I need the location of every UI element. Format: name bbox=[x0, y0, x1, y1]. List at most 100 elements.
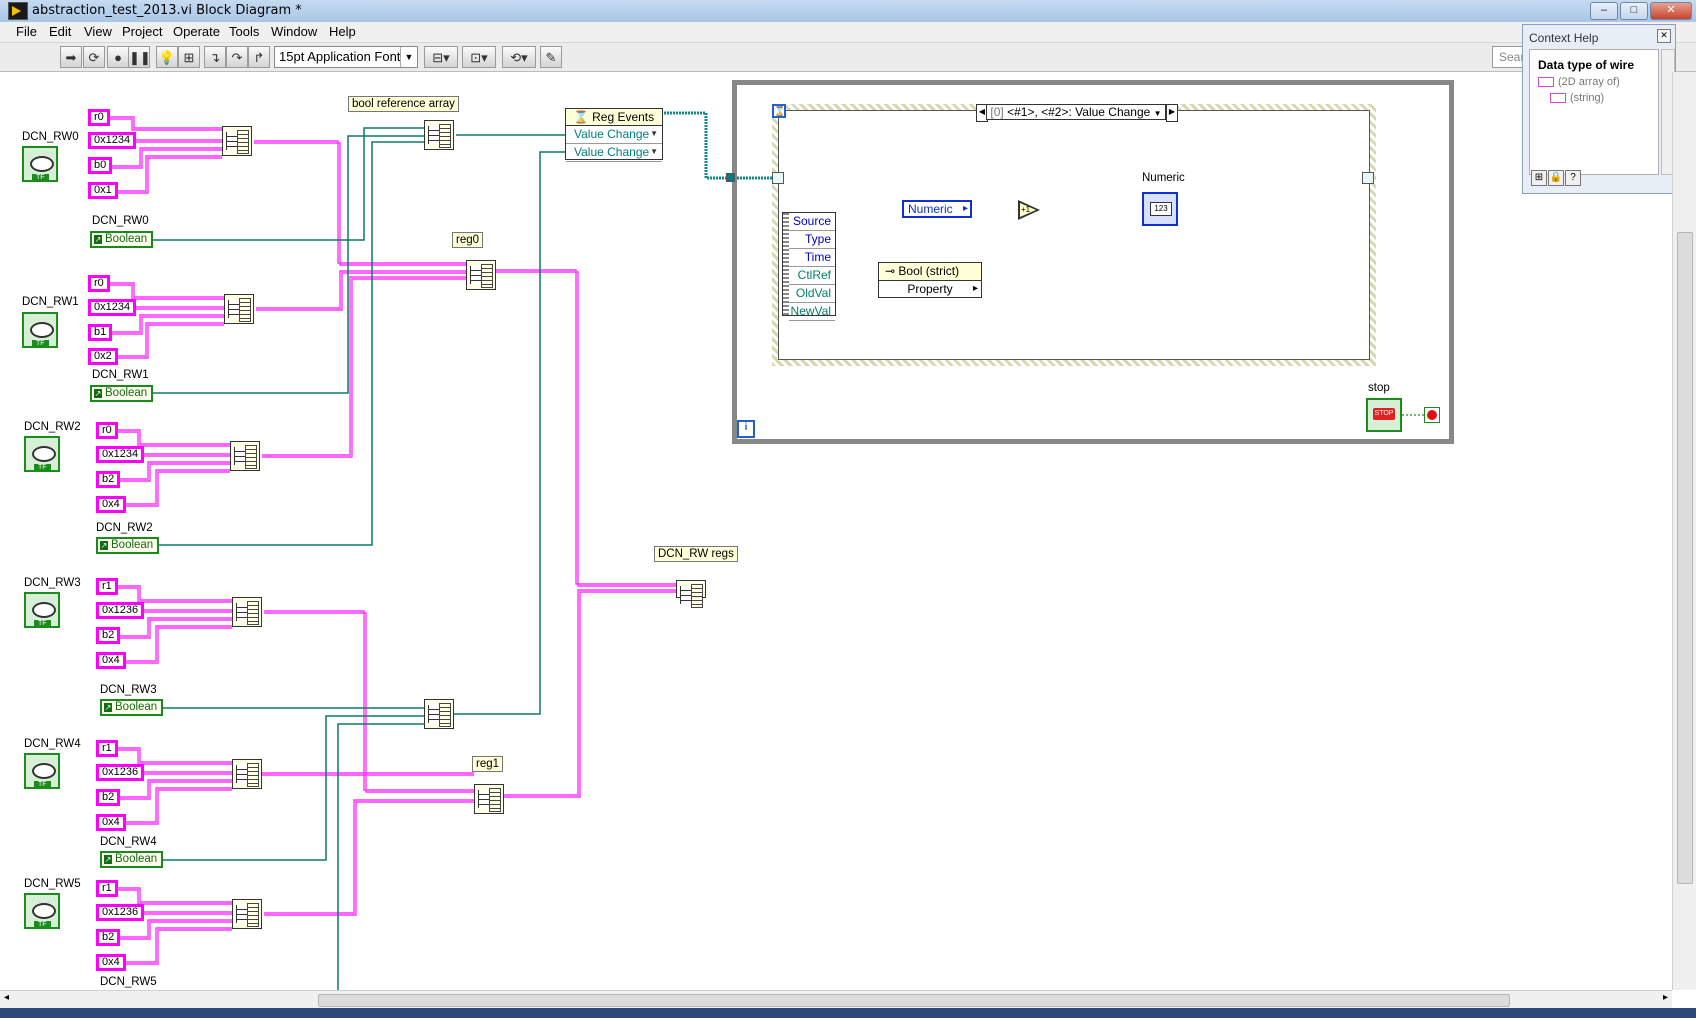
dcn-rw5-control-icon[interactable] bbox=[24, 893, 60, 929]
dcn-rw5-mask-const[interactable]: 0x4 bbox=[96, 954, 126, 971]
menu-window[interactable]: Window bbox=[271, 24, 317, 39]
show-optional-terminals-icon[interactable]: ⊞ bbox=[1531, 170, 1547, 186]
stop-button-terminal[interactable] bbox=[1366, 398, 1402, 432]
register-events-node[interactable]: ⌛ Reg Events Value Change Value Change bbox=[565, 108, 663, 162]
menu-help[interactable]: Help bbox=[329, 24, 356, 39]
dcn-rw3-reg-const[interactable]: r1 bbox=[96, 578, 118, 595]
numeric-indicator-terminal[interactable] bbox=[1142, 192, 1178, 226]
event-timeout-terminal[interactable]: ⌛ bbox=[772, 104, 786, 118]
build-array-bool-refs-2[interactable] bbox=[424, 699, 454, 729]
dcn-rw0-mask-const[interactable]: 0x1 bbox=[88, 182, 118, 199]
property-node[interactable]: ⊸ Bool (strict) Property bbox=[878, 262, 982, 298]
dcn-rw5-bundle[interactable] bbox=[232, 899, 262, 929]
menu-operate[interactable]: Operate bbox=[173, 24, 220, 39]
event-data-time[interactable]: Time bbox=[789, 249, 835, 267]
close-icon[interactable]: ✕ bbox=[1657, 29, 1671, 43]
loop-condition-terminal[interactable] bbox=[1424, 407, 1440, 423]
highlight-execution-icon[interactable]: 💡 bbox=[156, 46, 178, 68]
menu-tools[interactable]: Tools bbox=[229, 24, 259, 39]
build-array-dcn-rw-regs[interactable] bbox=[676, 580, 706, 608]
scroll-left-icon[interactable]: ◂ bbox=[4, 992, 9, 1003]
menu-edit[interactable]: Edit bbox=[49, 24, 71, 39]
dcn-rw3-bit-const[interactable]: b2 bbox=[96, 627, 121, 644]
register-events-row-1[interactable]: Value Change bbox=[566, 126, 662, 144]
event-data-source[interactable]: Source bbox=[789, 213, 835, 231]
dcn-rw2-mask-const[interactable]: 0x4 bbox=[96, 496, 126, 513]
build-array-reg0[interactable] bbox=[466, 260, 496, 290]
help-icon[interactable]: ? bbox=[1565, 170, 1581, 186]
event-next-arrow-icon[interactable]: ▶ bbox=[1166, 104, 1178, 122]
distribute-objects-icon[interactable]: ⊡▾ bbox=[462, 46, 496, 68]
event-data-type[interactable]: Type bbox=[789, 231, 835, 249]
dcn-rw1-control-icon[interactable] bbox=[22, 312, 58, 348]
lock-icon[interactable]: 🔒 bbox=[1548, 170, 1564, 186]
dcn-rw2-addr-const[interactable]: 0x1234 bbox=[96, 446, 145, 463]
close-button[interactable]: ✕ bbox=[1650, 2, 1692, 20]
dcn-rw1-bundle[interactable] bbox=[224, 294, 254, 324]
dcn-rw0-reg-const[interactable]: r0 bbox=[88, 109, 110, 126]
block-diagram-canvas[interactable]: ⌛ ◀ [0] <#1>, <#2>: Value Change ▼ ▶ Sou… bbox=[0, 72, 1672, 990]
font-select[interactable]: 15pt Application Font ▼ bbox=[274, 46, 418, 68]
dcn-rw4-control-icon[interactable] bbox=[24, 753, 60, 789]
reorder-icon[interactable]: ⟲▾ bbox=[502, 46, 536, 68]
cleanup-diagram-icon[interactable]: ✎ bbox=[540, 46, 562, 68]
property-node-property[interactable]: Property bbox=[879, 281, 981, 298]
dcn-rw4-addr-const[interactable]: 0x1236 bbox=[96, 764, 145, 781]
context-help-window[interactable]: Context Help ✕ Data type of wire (2D arr… bbox=[1522, 24, 1676, 194]
abort-icon[interactable]: ● bbox=[107, 46, 129, 68]
align-objects-icon[interactable]: ⊟▾ bbox=[424, 46, 458, 68]
menu-project[interactable]: Project bbox=[122, 24, 162, 39]
dcn-rw0-bit-const[interactable]: b0 bbox=[88, 157, 113, 174]
dcn-rw2-reg-const[interactable]: r0 bbox=[96, 422, 118, 439]
dcn-rw0-addr-const[interactable]: 0x1234 bbox=[88, 132, 137, 149]
vertical-scrollbar[interactable] bbox=[1672, 72, 1696, 990]
event-reg-tunnel-left[interactable] bbox=[772, 172, 784, 184]
dcn-rw0-bundle[interactable] bbox=[222, 126, 252, 156]
event-structure[interactable] bbox=[772, 104, 1376, 366]
dcn-rw4-mask-const[interactable]: 0x4 bbox=[96, 814, 126, 831]
while-loop-tunnel[interactable] bbox=[726, 173, 735, 182]
vertical-scroll-thumb[interactable] bbox=[1677, 232, 1693, 884]
pause-icon[interactable]: ❚❚ bbox=[128, 46, 151, 68]
dcn-rw1-addr-const[interactable]: 0x1234 bbox=[88, 299, 137, 316]
horizontal-scrollbar[interactable]: ◂ ▸ bbox=[0, 990, 1672, 1009]
horizontal-scroll-thumb[interactable] bbox=[318, 994, 1510, 1007]
dcn-rw2-bundle[interactable] bbox=[230, 441, 260, 471]
dcn-rw2-bool-refnum[interactable]: ↗ Boolean bbox=[96, 537, 160, 554]
step-into-icon[interactable]: ↴ bbox=[204, 46, 226, 68]
retain-wire-values-icon[interactable]: ⊞ bbox=[178, 46, 200, 68]
event-reg-tunnel-right[interactable] bbox=[1362, 172, 1374, 184]
event-data-ctlref[interactable]: CtlRef bbox=[789, 267, 835, 285]
dcn-rw3-mask-const[interactable]: 0x4 bbox=[96, 652, 126, 669]
dcn-rw0-control-icon[interactable] bbox=[22, 146, 58, 182]
dcn-rw1-bool-refnum[interactable]: ↗ Boolean bbox=[90, 385, 154, 402]
dcn-rw4-bool-refnum[interactable]: ↗ Boolean bbox=[100, 851, 164, 868]
dcn-rw3-addr-const[interactable]: 0x1236 bbox=[96, 602, 145, 619]
event-data-newval[interactable]: NewVal bbox=[789, 303, 835, 321]
dcn-rw1-mask-const[interactable]: 0x2 bbox=[88, 348, 118, 365]
dcn-rw5-reg-const[interactable]: r1 bbox=[96, 880, 118, 897]
dcn-rw4-reg-const[interactable]: r1 bbox=[96, 740, 118, 757]
run-continuously-icon[interactable]: ⟳ bbox=[83, 46, 105, 68]
scroll-right-icon[interactable]: ▸ bbox=[1663, 992, 1668, 1003]
dcn-rw3-control-icon[interactable] bbox=[24, 592, 60, 628]
dcn-rw4-bundle[interactable] bbox=[232, 759, 262, 789]
dcn-rw0-bool-refnum[interactable]: ↗ Boolean bbox=[90, 231, 154, 248]
iteration-terminal[interactable]: i bbox=[737, 420, 755, 438]
dcn-rw1-reg-const[interactable]: r0 bbox=[88, 275, 110, 292]
dcn-rw3-bool-refnum[interactable]: ↗ Boolean bbox=[100, 699, 164, 716]
register-events-row-2[interactable]: Value Change bbox=[566, 144, 662, 162]
run-arrow-icon[interactable]: ➡ bbox=[60, 46, 82, 68]
event-data-oldval[interactable]: OldVal bbox=[789, 285, 835, 303]
build-array-reg1[interactable] bbox=[474, 784, 504, 814]
event-data-node[interactable]: Source Type Time CtlRef OldVal NewVal bbox=[782, 212, 836, 321]
step-over-icon[interactable]: ↷ bbox=[226, 46, 248, 68]
dcn-rw5-bit-const[interactable]: b2 bbox=[96, 929, 121, 946]
menu-file[interactable]: File bbox=[16, 24, 37, 39]
step-out-icon[interactable]: ↱ bbox=[248, 46, 270, 68]
minimize-button[interactable]: – bbox=[1590, 2, 1618, 20]
dcn-rw2-bit-const[interactable]: b2 bbox=[96, 471, 121, 488]
maximize-button[interactable]: □ bbox=[1620, 2, 1648, 20]
dcn-rw4-bit-const[interactable]: b2 bbox=[96, 789, 121, 806]
dcn-rw1-bit-const[interactable]: b1 bbox=[88, 324, 113, 341]
